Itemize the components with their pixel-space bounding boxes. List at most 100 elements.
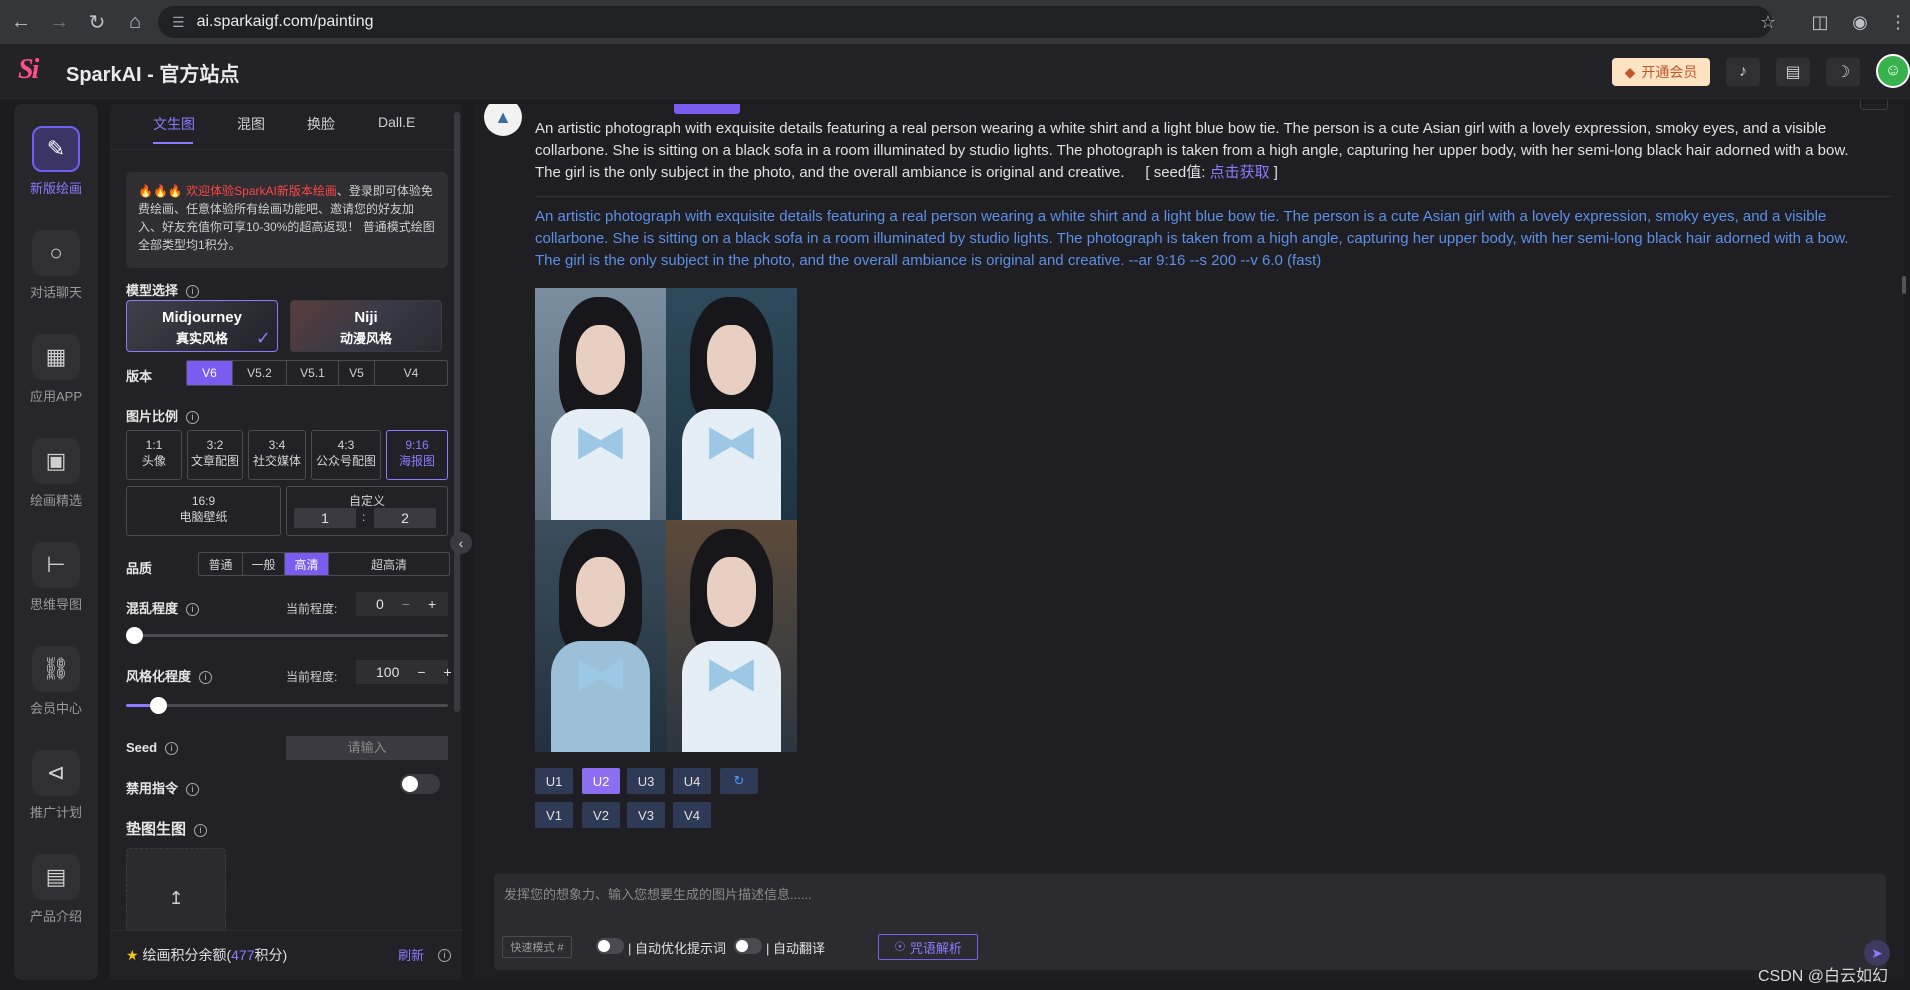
stylize-label: 风格化程度 i: [126, 666, 213, 685]
share-icon: ⊲: [32, 750, 80, 796]
back-icon[interactable]: ←: [4, 5, 38, 39]
ratio-4-3[interactable]: 4:3 公众号配图: [311, 430, 381, 480]
product-icon: ▤: [32, 854, 80, 900]
chaos-slider[interactable]: [126, 627, 448, 644]
result-image-4[interactable]: [666, 520, 797, 752]
stylize-slider[interactable]: [126, 697, 448, 714]
tab-dalle[interactable]: Dall.E: [378, 114, 415, 130]
auto-translate-toggle[interactable]: [734, 938, 762, 954]
main-scrollbar[interactable]: [1902, 276, 1906, 294]
quick-mode-select[interactable]: 快速模式 #: [502, 936, 572, 958]
seed-label: Seed i: [126, 740, 179, 756]
stylize-stepper[interactable]: 100− +: [356, 660, 452, 684]
bell-icon[interactable]: ♪: [1726, 58, 1760, 86]
browser-toolbar: ← → ↻ ⌂ ☰ ai.sparkaigf.com/painting ☆ ◫ …: [0, 0, 1910, 44]
tab-text-to-image[interactable]: 文生图: [153, 114, 195, 134]
custom-width-input[interactable]: 1: [294, 508, 356, 528]
no-prompt-label: 禁用指令 i: [126, 778, 200, 797]
ratio-3-4[interactable]: 3:4 社交媒体: [248, 430, 306, 480]
variation-v4-button[interactable]: V4: [673, 802, 711, 828]
rail-item-gallery[interactable]: ▣ 绘画精选: [14, 438, 98, 509]
ratio-3-2[interactable]: 3:2 文章配图: [187, 430, 243, 480]
ratio-16-9[interactable]: 16:9 电脑壁纸: [126, 486, 281, 536]
brush-icon: ✎: [32, 126, 80, 172]
info-icon: i: [186, 783, 200, 797]
version-label: 版本: [126, 369, 153, 384]
model-label: 模型选择 i: [126, 280, 200, 299]
model-midjourney[interactable]: Midjourney 真实风格 ✓: [126, 300, 278, 352]
variation-v3-button[interactable]: V3: [627, 802, 665, 828]
custom-height-input[interactable]: 2: [374, 508, 436, 528]
chaos-stepper[interactable]: 0− +: [356, 592, 448, 616]
tab-blend[interactable]: 混图: [237, 114, 265, 134]
rail-item-member[interactable]: ⛓ 会员中心: [14, 646, 98, 717]
quality-normal[interactable]: 普通: [199, 553, 243, 575]
rail-item-mindmap[interactable]: ⊢ 思维导图: [14, 542, 98, 613]
points-balance: ★ 绘画积分余额(477积分) 刷新 i: [110, 930, 462, 980]
result-image-1[interactable]: [535, 288, 666, 520]
seed-input[interactable]: 请输入: [286, 736, 448, 760]
vip-button[interactable]: ◆ 开通会员: [1612, 58, 1710, 86]
notice-box: 🔥🔥🔥 欢迎体验SparkAI新版本绘画、登录即可体验免费绘画、任意体验所有绘画…: [126, 172, 448, 268]
info-icon: i: [199, 671, 213, 685]
gift-icon[interactable]: ▤: [1776, 58, 1810, 86]
ratio-9-16[interactable]: 9:16 海报图: [386, 430, 448, 480]
version-v5[interactable]: V5: [339, 361, 375, 385]
result-image-grid[interactable]: [535, 288, 797, 752]
variation-v2-button[interactable]: V2: [582, 802, 620, 828]
version-v5-2[interactable]: V5.2: [233, 361, 287, 385]
upscale-u3-button[interactable]: U3: [627, 768, 665, 794]
minus-icon: −: [401, 596, 410, 612]
dark-mode-icon[interactable]: ☽: [1826, 58, 1860, 86]
gallery-icon: ▣: [32, 438, 80, 484]
chaos-slider-handle[interactable]: [126, 627, 143, 644]
model-niji[interactable]: Niji 动漫风格: [290, 300, 442, 352]
panel-scrollbar[interactable]: [454, 112, 460, 712]
bot-avatar: ▲: [484, 104, 522, 136]
rail-item-apps[interactable]: ▦ 应用APP: [14, 334, 98, 405]
prompt-input-box: 快速模式 # | 自动优化提示词 | 自动翻译 ☉咒语解析 ➤: [494, 874, 1890, 970]
reload-icon[interactable]: ↻: [80, 5, 114, 39]
version-v5-1[interactable]: V5.1: [287, 361, 339, 385]
menu-dots-icon[interactable]: ⋮: [1882, 6, 1910, 38]
auto-optimize-toggle[interactable]: [596, 938, 624, 954]
site-settings-icon[interactable]: ☰: [172, 14, 185, 31]
rail-item-painting[interactable]: ✎ 新版绘画: [14, 126, 98, 197]
forward-icon[interactable]: →: [42, 5, 76, 39]
refresh-link[interactable]: 刷新: [398, 945, 424, 964]
home-icon[interactable]: ⌂: [118, 5, 152, 39]
version-v4[interactable]: V4: [375, 361, 447, 385]
result-image-3[interactable]: [535, 520, 666, 752]
no-prompt-toggle[interactable]: [400, 774, 440, 794]
minus-icon: −: [417, 664, 426, 680]
reroll-icon[interactable]: ↻: [720, 768, 758, 794]
profile-icon[interactable]: ◉: [1844, 6, 1876, 38]
version-v6[interactable]: V6: [187, 361, 233, 385]
bookmark-star-icon[interactable]: ☆: [1752, 6, 1784, 38]
rail-item-chat[interactable]: ○ 对话聊天: [14, 230, 98, 301]
prompt-input[interactable]: [494, 874, 1886, 930]
rail-item-product[interactable]: ▤ 产品介绍: [14, 854, 98, 925]
rail-item-promotion[interactable]: ⊲ 推广计划: [14, 750, 98, 821]
variation-v1-button[interactable]: V1: [535, 802, 573, 828]
side-panel-icon[interactable]: ◫: [1804, 6, 1836, 38]
upscale-u1-button[interactable]: U1: [535, 768, 573, 794]
quality-medium[interactable]: 一般: [243, 553, 285, 575]
version-selector: V6 V5.2 V5.1 V5 V4: [186, 360, 448, 386]
quality-uhd[interactable]: 超高清: [329, 553, 449, 575]
user-avatar[interactable]: ☺: [1876, 54, 1910, 88]
collapse-panel-icon[interactable]: ‹: [450, 532, 472, 554]
stylize-slider-handle[interactable]: [150, 697, 167, 714]
address-bar[interactable]: ☰ ai.sparkaigf.com/painting: [158, 6, 1772, 38]
quality-hd[interactable]: 高清: [285, 553, 329, 575]
upscale-u4-button[interactable]: U4: [673, 768, 711, 794]
result-image-2[interactable]: [666, 288, 797, 520]
tab-faceswap[interactable]: 换脸: [307, 114, 335, 134]
seed-get-link[interactable]: 点击获取: [1210, 164, 1270, 181]
corner-tab[interactable]: [1860, 100, 1888, 110]
upload-icon: ↥: [168, 887, 184, 908]
upscale-u2-button[interactable]: U2: [582, 768, 620, 794]
auto-translate-label: | 自动翻译: [766, 941, 826, 956]
ratio-1-1[interactable]: 1:1 头像: [126, 430, 182, 480]
prompt-analyze-button[interactable]: ☉ 咒语解析: [878, 934, 978, 960]
